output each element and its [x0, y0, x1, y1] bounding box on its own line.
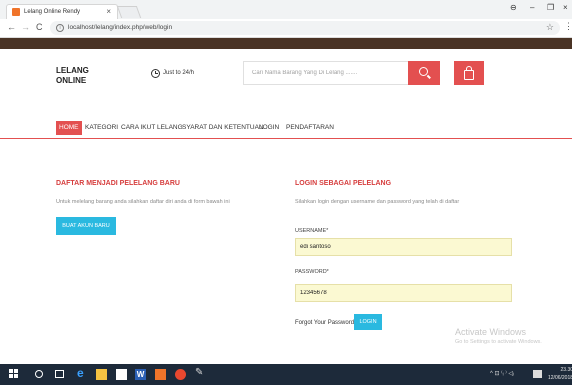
logo-line-1: LELANG — [56, 66, 89, 75]
new-tab-button[interactable] — [116, 6, 142, 18]
just-24h-label: Just to 24/h — [163, 70, 195, 76]
login-title: LOGIN SEBAGAI PELELANG — [295, 180, 392, 187]
username-label: USERNAME* — [295, 228, 329, 234]
forgot-password-link[interactable]: Forgot Your Password? — [295, 320, 357, 326]
notification-icon[interactable] — [533, 370, 542, 378]
chrome-icon[interactable] — [175, 369, 186, 380]
search-button[interactable] — [408, 61, 440, 85]
windows-start-icon[interactable] — [9, 369, 20, 380]
menu-item-pendaftaran[interactable]: PENDAFTARAN — [286, 121, 334, 135]
store-icon[interactable] — [116, 369, 127, 380]
logo-line-2: ONLINE — [56, 76, 87, 85]
browser-menu-icon[interactable]: ⋮ — [564, 21, 572, 32]
password-field[interactable] — [295, 284, 512, 302]
browser-tab-strip: Lelang Online Rendy × ⊖ – ❐ × — [0, 0, 572, 19]
account-icon[interactable]: ⊖ — [510, 3, 517, 12]
back-button[interactable]: ← — [7, 22, 16, 32]
register-title: DAFTAR MENJADI PELELANG BARU — [56, 180, 180, 187]
menu-divider — [0, 138, 572, 139]
site-top-band — [0, 38, 572, 49]
cart-button[interactable] — [454, 61, 484, 85]
info-icon[interactable]: i — [56, 24, 64, 32]
search-input[interactable] — [243, 61, 409, 85]
activate-windows-subtitle: Go to Settings to activate Windows. — [455, 339, 542, 345]
activate-windows-title: Activate Windows — [455, 327, 527, 337]
browser-tab[interactable]: Lelang Online Rendy × — [6, 4, 118, 19]
tab-close-icon[interactable]: × — [106, 7, 111, 16]
bookmark-star-icon[interactable]: ☆ — [546, 22, 554, 33]
search-icon-handle — [427, 74, 431, 79]
paint-icon[interactable]: ✎ — [195, 367, 206, 378]
browser-toolbar: ← → C i localhost/lelang/index.php/web/l… — [0, 19, 572, 38]
system-tray[interactable]: ^ ⊡ ⁽ᵢ ⁾ ◁ᵢ — [490, 370, 514, 377]
username-field[interactable] — [295, 238, 512, 256]
clock-icon — [151, 69, 160, 78]
address-bar[interactable]: i localhost/lelang/index.php/web/login ☆ — [50, 21, 560, 35]
register-description: Untuk melelang barang anda silahkan daft… — [56, 199, 230, 205]
site-logo[interactable]: LELANG ONLINE — [56, 66, 116, 86]
menu-item-cara-ikut-lelang[interactable]: CARA IKUT LELANG — [121, 121, 183, 135]
menu-item-syarat-ketentuan[interactable]: SYARAT DAN KETENTUAN — [182, 121, 264, 135]
reload-button[interactable]: C — [36, 22, 43, 32]
windows-taskbar: e W ✎ ^ ⊡ ⁽ᵢ ⁾ ◁ᵢ — [0, 364, 572, 385]
taskbar-clock[interactable]: 23.30 12/06/2018 — [548, 366, 572, 382]
menu-item-kategori[interactable]: KATEGORI — [85, 121, 118, 135]
clock-date: 12/06/2018 — [548, 375, 572, 381]
edge-icon[interactable]: e — [77, 366, 88, 380]
login-description: Silahkan login dengan username dan passw… — [295, 199, 460, 205]
screen: Lelang Online Rendy × ⊖ – ❐ × ← → C i lo… — [0, 0, 572, 385]
close-window-button[interactable]: × — [563, 3, 568, 12]
word-icon[interactable]: W — [135, 369, 146, 380]
login-button[interactable]: LOGIN — [354, 314, 382, 330]
menu-item-login[interactable]: LOGIN — [259, 121, 279, 135]
menu-item-home[interactable]: HOME — [56, 121, 82, 135]
restore-button[interactable]: ❐ — [547, 3, 554, 12]
shopping-bag-icon — [464, 70, 474, 80]
url-text[interactable]: localhost/lelang/index.php/web/login — [68, 24, 172, 31]
clock-time: 23.30 — [560, 367, 572, 373]
password-label: PASSWORD* — [295, 269, 329, 275]
app-icon[interactable] — [155, 369, 166, 380]
task-view-icon[interactable] — [55, 370, 64, 378]
file-explorer-icon[interactable] — [96, 369, 107, 380]
forward-button[interactable]: → — [21, 22, 30, 32]
create-account-button[interactable]: BUAT AKUN BARU — [56, 217, 116, 235]
minimize-button[interactable]: – — [530, 3, 534, 12]
search-icon[interactable] — [35, 370, 43, 378]
tab-title: Lelang Online Rendy — [24, 9, 81, 15]
favicon-icon — [12, 8, 20, 16]
